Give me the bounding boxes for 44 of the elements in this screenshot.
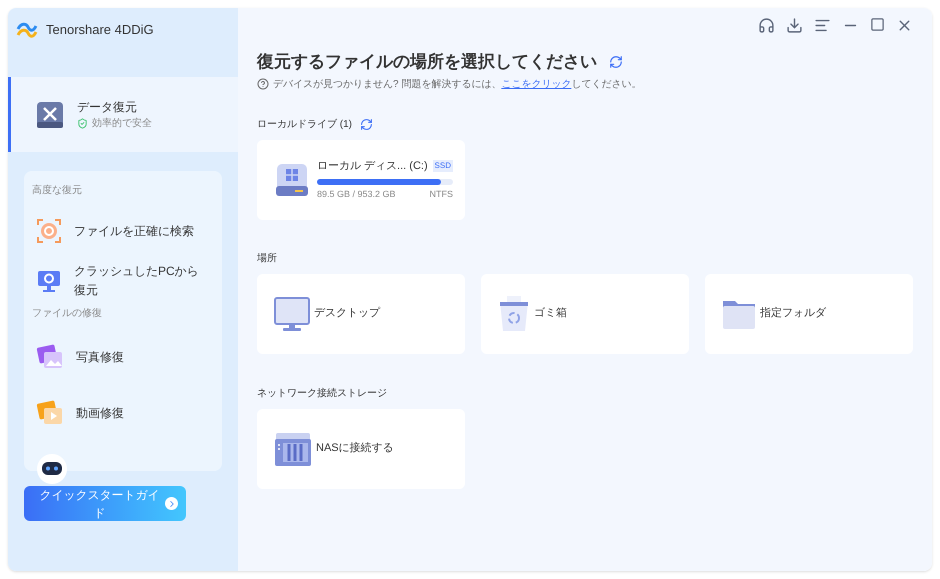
sidebar-item[interactable]: ファイルを正確に検索 [32, 206, 214, 256]
menu-icon[interactable] [814, 17, 831, 34]
monitor-icon [274, 296, 310, 332]
trash-icon [498, 294, 530, 332]
sidebar-item[interactable]: クラッシュしたPCから復元 [32, 256, 214, 306]
video-icon [36, 400, 64, 426]
target-icon [36, 218, 62, 244]
nas-icon [274, 430, 312, 466]
location-card[interactable]: 指定フォルダ [705, 274, 913, 354]
sidebar-item[interactable]: 写真修復 [32, 329, 214, 385]
chevron-icon [165, 497, 178, 510]
support-icon[interactable] [758, 17, 775, 34]
refresh-icon[interactable] [609, 54, 623, 69]
group-title: ファイルの修復 [32, 307, 103, 321]
drive-icon [275, 162, 309, 198]
help-icon [257, 78, 269, 90]
item-label: データ復元 [77, 99, 138, 116]
drive-card[interactable]: ローカル ディス... (C:) SSD 89.5 GB / 953.2 GB NTFS [257, 140, 465, 220]
section-title: ネットワーク接続ストレージ [257, 386, 388, 400]
location-card[interactable]: ゴミ箱 [481, 274, 689, 354]
section-title: ローカルドライブ (1) [257, 118, 352, 132]
item-subtitle: 効率的で安全 [92, 116, 152, 131]
logo-icon [16, 20, 38, 40]
help-link[interactable]: ここをクリック [501, 78, 572, 90]
drive-usage: 89.5 GB / 953.2 GB [317, 188, 396, 200]
sidebar-item[interactable]: 動画修復 [32, 385, 214, 441]
location-card[interactable]: デスクトップ [257, 274, 465, 354]
location-card[interactable]: NASに接続する [257, 408, 465, 488]
drive-type-tag: SSD [432, 160, 453, 172]
monitor-icon [36, 268, 62, 294]
help-text: デバイスが見つかりません? 問題を解決するには、ここをクリック してください。 [273, 78, 642, 92]
download-icon[interactable] [786, 17, 803, 34]
group-title: 高度な復元 [32, 184, 83, 198]
photo-icon [36, 344, 64, 370]
refresh-icon[interactable] [360, 118, 373, 130]
drive-name: ローカル ディス... (C:) [317, 159, 428, 174]
app-name: Tenorshare 4DDiG [46, 21, 154, 40]
drive-tools-icon [35, 100, 65, 130]
section-title: 場所 [257, 252, 278, 266]
maximize-icon[interactable] [870, 17, 885, 32]
sidebar-item[interactable]: データ復元 効率的で安全 [8, 77, 238, 152]
file-system: NTFS [430, 188, 453, 200]
page-title: 復元するファイルの場所を選択してください [257, 51, 597, 73]
shield-icon [77, 118, 88, 129]
